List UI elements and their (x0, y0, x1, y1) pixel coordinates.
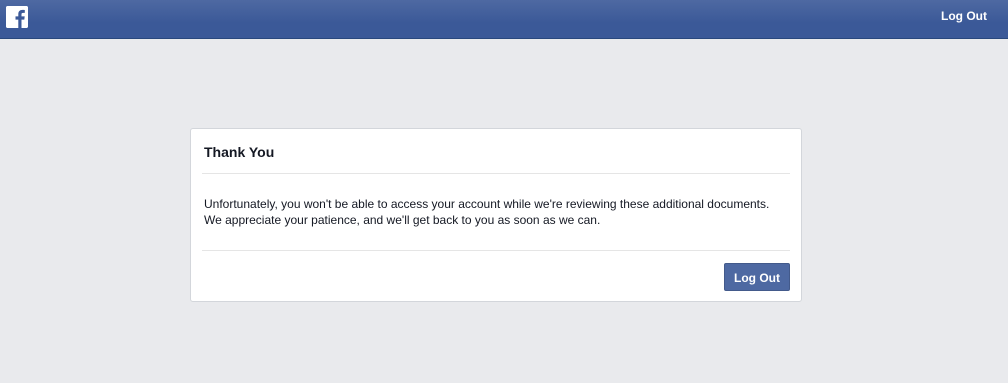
footer-divider (202, 250, 790, 251)
thank-you-dialog: Thank You Unfortunately, you won't be ab… (190, 128, 802, 302)
header-logout-link[interactable]: Log Out (941, 9, 987, 23)
dialog-message-line: We appreciate your patience, and we'll g… (204, 213, 601, 227)
dialog-title: Thank You (204, 144, 275, 160)
dialog-message: Unfortunately, you won't be able to acce… (204, 196, 789, 228)
facebook-f-icon[interactable] (6, 6, 28, 28)
top-navigation-bar: Log Out (0, 0, 1008, 39)
dialog-message-line: Unfortunately, you won't be able to acce… (204, 197, 770, 211)
logout-button[interactable]: Log Out (724, 263, 790, 291)
title-divider (202, 173, 790, 174)
